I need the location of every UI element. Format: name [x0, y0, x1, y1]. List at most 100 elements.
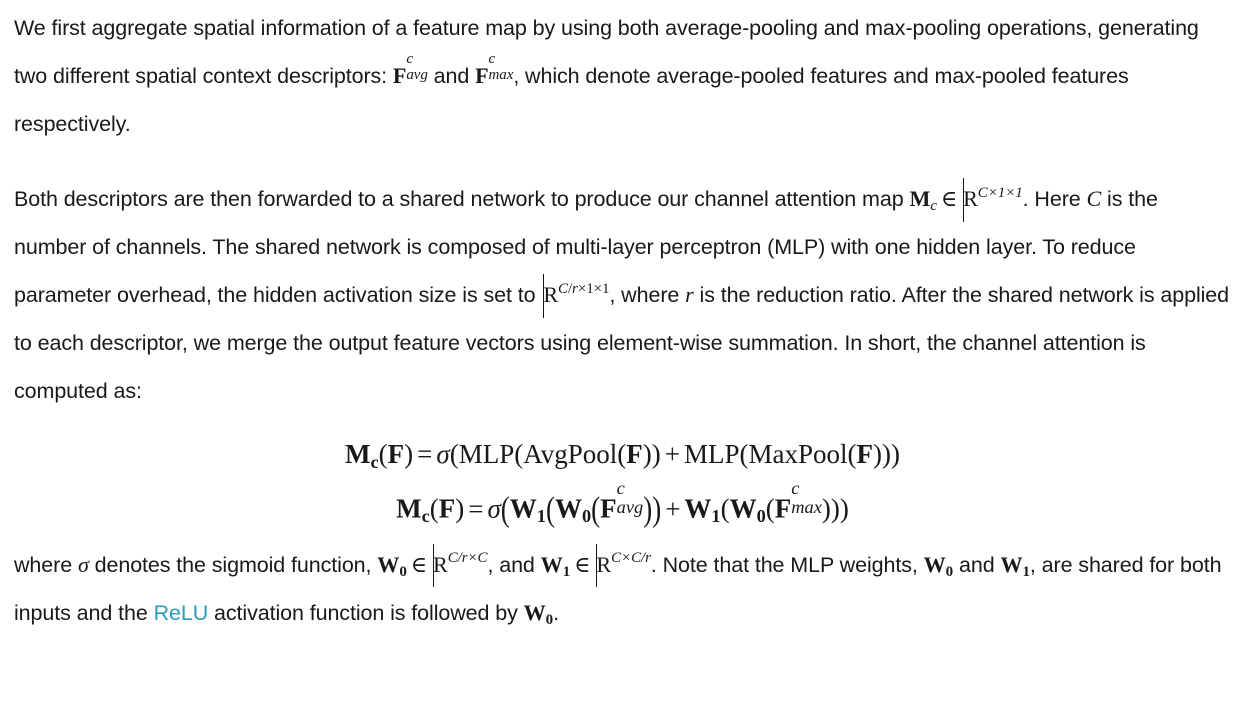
- math-w1-in-r: W1 ∈ RC×C/r: [540, 543, 651, 588]
- document-body: We first aggregate spatial information o…: [0, 4, 1245, 637]
- math-w0-in-r: W0 ∈ RC/r×C: [377, 543, 488, 588]
- eq1-maxpool: MaxPool: [748, 439, 848, 469]
- eq2-paren-big-1: (: [500, 489, 510, 528]
- eq2-close-5: ): [839, 493, 849, 524]
- eq2-w1-a: W: [509, 493, 537, 524]
- paragraph-1: We first aggregate spatial information o…: [14, 4, 1231, 148]
- math-f-avg-sub: avg: [406, 67, 428, 84]
- math-w0-b: W0: [924, 552, 954, 579]
- eq2-sigma: σ: [487, 493, 501, 524]
- math-mc-sub: c: [930, 197, 937, 214]
- eq2-equals: =: [468, 493, 484, 524]
- p3-text-5: and: [953, 552, 1001, 577]
- math-blackboard-r-3: R: [431, 541, 448, 589]
- eq2-w1-a-sub: 1: [536, 506, 546, 527]
- paragraph-3: where σ denotes the sigmoid function, W0…: [14, 541, 1231, 637]
- math-f-max-base: F: [475, 63, 489, 88]
- eq1-close-paren: ): [404, 439, 414, 469]
- math-w1-exponent: C×C/r: [611, 550, 651, 567]
- math-w0-c-base: W: [523, 599, 546, 625]
- math-w0-base: W: [377, 551, 400, 577]
- relu-link[interactable]: ReLU: [154, 601, 209, 625]
- math-f-max-scripts: c max: [488, 51, 514, 84]
- math-element-of-3: ∈: [574, 551, 591, 577]
- paragraph-2: Both descriptors are then forwarded to a…: [14, 175, 1231, 415]
- math-f-max: Fc max: [475, 51, 513, 88]
- eq2-close-big-2: ): [652, 489, 662, 528]
- eq1-paren-2: (: [514, 439, 524, 469]
- math-f-avg: Fc avg: [392, 51, 428, 88]
- math-exp-rest: ×1×1: [577, 280, 610, 297]
- p3-text-4: . Note that the MLP weights,: [650, 552, 924, 577]
- math-f-max-sub: max: [488, 67, 514, 84]
- eq2-lhs-m: M: [396, 493, 422, 524]
- p1-text-2: and: [427, 64, 476, 88]
- math-r-ratio: r: [685, 282, 694, 307]
- eq2-close-3: ): [821, 493, 831, 524]
- p2-text-2: . Here: [1022, 187, 1087, 211]
- eq2-open-paren: (: [429, 493, 439, 524]
- math-f-avg-scripts: c avg: [406, 51, 428, 84]
- math-w0-c-sub: 0: [545, 611, 554, 628]
- eq2-f-max-sub: max: [791, 497, 822, 518]
- eq2-w0-b: W: [729, 493, 757, 524]
- eq2-f-avg: F: [600, 493, 617, 524]
- eq1-open-paren: (: [378, 439, 388, 469]
- p2-text-4: , where: [609, 283, 686, 307]
- math-w0-exponent: C/r×C: [447, 550, 488, 567]
- p3-text-1: where: [14, 552, 78, 577]
- p3-text-3: , and: [487, 552, 541, 577]
- eq1-paren-5: (: [847, 439, 857, 469]
- eq2-lhs-sub: c: [421, 506, 430, 527]
- math-f-avg-sup: c: [406, 51, 413, 68]
- eq1-sigma: σ: [436, 439, 450, 469]
- math-mc-in-r: Mc ∈ RC×1×1: [909, 178, 1023, 222]
- display-equation-2: Mc(F) = σ(W1(W0(F c avg)) + W1(W0(F c max))): [14, 478, 1231, 528]
- eq1-close-1: ): [642, 439, 652, 469]
- eq1-lhs-m: M: [344, 439, 371, 469]
- eq2-f-max-scripts: c max: [791, 477, 822, 518]
- eq1-paren-4: (: [739, 439, 749, 469]
- math-w0-c: W0: [523, 599, 554, 628]
- eq2-plus: +: [665, 493, 681, 524]
- eq1-equals: =: [417, 439, 433, 469]
- math-blackboard-r-2: R: [541, 271, 558, 319]
- math-blackboard-r-4: R: [594, 541, 611, 589]
- eq1-close-2: ): [651, 439, 661, 469]
- math-w1-b-base: W: [1000, 551, 1023, 577]
- eq1-close-4: ): [882, 439, 892, 469]
- eq1-plus: +: [664, 439, 680, 469]
- eq2-paren-big-3: (: [591, 489, 601, 528]
- math-mc-exponent: C×1×1: [977, 184, 1023, 201]
- math-w1-b-sub: 1: [1022, 563, 1030, 580]
- p3-text-8: .: [553, 600, 559, 625]
- math-c: C: [1086, 186, 1102, 211]
- eq2-w1-b-sub: 1: [711, 506, 721, 527]
- math-w1-base: W: [540, 551, 563, 577]
- eq1-close-3: ): [873, 439, 883, 469]
- eq1-paren-3: (: [617, 439, 627, 469]
- eq1-paren-1: (: [449, 439, 459, 469]
- eq2-paren-big-2: (: [545, 489, 555, 528]
- eq1-mlp-1: MLP: [458, 439, 515, 469]
- eq2-f-max-sup: c: [791, 477, 800, 498]
- eq1-arg-f-2: F: [856, 439, 874, 469]
- eq1-lhs-arg: F: [387, 439, 405, 469]
- eq1-lhs-sub: c: [370, 451, 379, 472]
- eq2-close-paren: ): [455, 493, 465, 524]
- eq2-close-big-1: ): [643, 489, 653, 528]
- math-blackboard-r: R: [961, 175, 978, 223]
- eq2-lhs-arg: F: [438, 493, 456, 524]
- eq2-w0-a: W: [554, 493, 582, 524]
- p3-text-2: denotes the sigmoid function,: [88, 552, 378, 577]
- display-equation-1: Mc(F) = σ(MLP(AvgPool(F)) + MLP(MaxPool(F))): [14, 439, 1231, 472]
- math-f-avg-base: F: [392, 63, 407, 88]
- p3-text-7: activation function is followed by: [208, 600, 524, 625]
- eq2-paren-4: (: [720, 493, 730, 524]
- eq2-close-4: ): [830, 493, 840, 524]
- eq2-f-max: F: [774, 493, 792, 524]
- eq2-w0-b-sub: 0: [756, 506, 766, 527]
- math-mc-base: M: [909, 186, 931, 211]
- eq1-avgpool: AvgPool: [523, 439, 618, 469]
- eq2-w1-b: W: [684, 493, 712, 524]
